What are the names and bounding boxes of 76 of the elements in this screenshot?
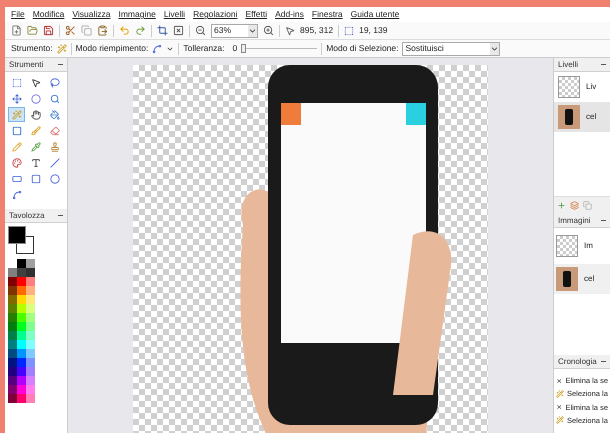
slider-thumb[interactable] (241, 44, 246, 53)
cursor-position: 895, 312 (300, 24, 334, 37)
redo-icon[interactable] (135, 25, 146, 36)
wand-icon (556, 416, 564, 424)
pencil-icon (12, 142, 22, 152)
menu-item[interactable]: Effetti (246, 8, 268, 21)
photo-thumbnail (558, 105, 580, 129)
duplicate-layer-icon[interactable] (570, 201, 579, 210)
menu-item[interactable]: Guida utente (350, 8, 400, 21)
delete-icon (556, 376, 562, 385)
tolerance-value: 0 (232, 42, 238, 55)
selection-icon (344, 26, 354, 36)
paste-icon[interactable] (97, 25, 108, 36)
fill-mode-icon[interactable] (152, 44, 162, 54)
panel-title: Cronologia (558, 356, 597, 368)
cursor-icon (285, 26, 295, 36)
menu-item[interactable]: Add-ins (275, 8, 304, 21)
tolerance-slider[interactable] (241, 44, 318, 54)
line-icon (50, 158, 60, 168)
new-file-icon[interactable] (11, 25, 22, 36)
tool-label: Strumento: (11, 42, 53, 55)
save-icon[interactable] (43, 25, 54, 36)
move-icon (30, 78, 40, 88)
ellipse-select-icon (30, 94, 40, 104)
panel-title: Strumenti (9, 58, 44, 70)
dropdown-icon[interactable] (248, 24, 257, 36)
menu-item[interactable]: Modifica (32, 8, 64, 21)
lasso-icon (50, 78, 60, 88)
text-icon (30, 158, 40, 168)
selection-mode-dropdown[interactable]: Sostituisci (402, 42, 500, 56)
palette-drawing[interactable] (8, 259, 35, 403)
dropdown-icon[interactable] (490, 42, 500, 54)
pan-icon (30, 110, 40, 120)
ellipse-icon (50, 174, 60, 184)
zoom-icon (50, 94, 60, 104)
wand-icon[interactable] (56, 44, 67, 54)
add-layer-icon[interactable] (557, 201, 566, 210)
photo-thumbnail (556, 267, 578, 291)
crop-icon[interactable] (157, 25, 168, 36)
picker-icon (30, 142, 40, 152)
zoom-in-icon[interactable] (263, 25, 274, 36)
rounded-rect-icon (30, 174, 40, 184)
freeform-icon (12, 190, 22, 200)
menu-item[interactable]: File (11, 8, 25, 21)
selection-mode-label: Modo di Selezione: (326, 42, 398, 55)
menu-item[interactable]: Finestra (312, 8, 343, 21)
cut-icon[interactable] (65, 25, 76, 36)
image-item[interactable]: cel (554, 264, 610, 294)
rect-select-icon (12, 78, 22, 88)
transparent-thumbnail (558, 76, 580, 98)
deselect-icon[interactable] (173, 25, 184, 36)
panel-title: Livelli (558, 58, 578, 70)
menu-item[interactable]: Regolazioni (193, 8, 238, 21)
wand-icon (556, 390, 564, 398)
bucket-icon (50, 110, 60, 120)
color-swatches-drawing[interactable] (8, 226, 35, 255)
fill-mode-label: Modo riempimento: (76, 42, 148, 55)
panel-title: Tavolozza (9, 210, 45, 222)
delete-icon (556, 403, 562, 412)
eraser-icon (50, 126, 60, 136)
selection-size: 19, 139 (359, 24, 388, 37)
folder-icon[interactable] (27, 25, 38, 36)
tolerance-label: Tolleranza: (183, 42, 224, 55)
zoom-out-icon[interactable] (195, 25, 206, 36)
menu-item[interactable]: Livelli (164, 8, 186, 21)
zoom-field[interactable]: 63% (211, 24, 258, 38)
brush-icon (30, 126, 40, 136)
rectangle-icon (12, 174, 22, 184)
stamp-icon (50, 142, 60, 152)
panel-title: Immagini (558, 214, 590, 226)
move-selection-icon (12, 94, 22, 104)
wand-icon (12, 110, 22, 120)
transparent-thumbnail (556, 235, 578, 257)
menu-item[interactable]: Visualizza (72, 8, 110, 21)
layer-item[interactable]: cel (554, 102, 610, 132)
menu-item[interactable]: Immagine (118, 8, 156, 21)
